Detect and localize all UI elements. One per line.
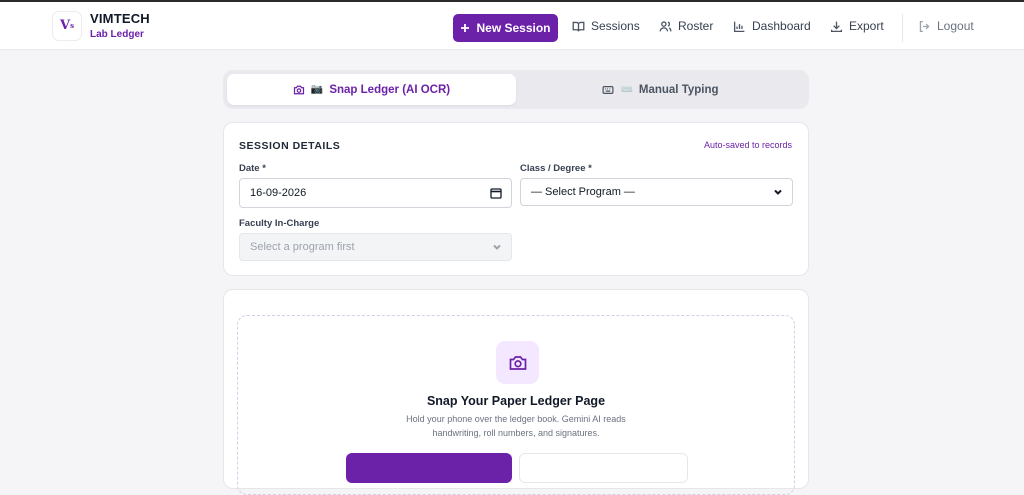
chevron-down-icon: [493, 244, 501, 250]
upload-camera-tile: [496, 341, 539, 384]
book-icon: [572, 21, 585, 31]
chevron-down-icon: [774, 189, 782, 195]
download-icon: [830, 21, 843, 32]
calendar-icon[interactable]: [490, 187, 502, 199]
brand-subtitle: Lab Ledger: [90, 29, 144, 40]
nav-roster-label: Roster: [678, 19, 714, 33]
bar-chart-icon: [733, 21, 745, 32]
nav-sessions-label: Sessions: [591, 19, 640, 33]
session-details-card: SESSION DETAILS Auto-saved to records Da…: [223, 122, 809, 276]
date-input[interactable]: 16-09-2026: [239, 178, 512, 208]
ledger-upload-card: Snap Your Paper Ledger Page Hold your ph…: [223, 289, 809, 495]
logout-icon: [919, 20, 930, 32]
nav-divider: [902, 14, 903, 42]
nav-dashboard[interactable]: Dashboard: [733, 19, 811, 33]
top-navbar: Vs VIMTECH Lab Ledger New Session Sessio…: [0, 2, 1024, 50]
class-select[interactable]: — Select Program —: [520, 178, 793, 206]
nav-export[interactable]: Export: [830, 19, 884, 33]
users-icon: [659, 20, 672, 31]
upload-description: Hold your phone over the ledger book. Ge…: [406, 414, 626, 438]
tab-snap-ledger[interactable]: 📷 Snap Ledger (AI OCR): [227, 74, 516, 105]
session-details-title: SESSION DETAILS: [239, 140, 341, 152]
mode-tabs: 📷 Snap Ledger (AI OCR) ⌨️ Manual Typing: [223, 70, 809, 109]
camera-icon: [293, 85, 304, 94]
faculty-label: Faculty In-Charge: [239, 218, 320, 229]
nav-roster[interactable]: Roster: [659, 19, 713, 33]
nav-new-session[interactable]: New Session: [453, 14, 558, 42]
upload-title: Snap Your Paper Ledger Page: [426, 394, 606, 408]
ledger-dropzone[interactable]: Snap Your Paper Ledger Page Hold your ph…: [237, 315, 795, 495]
tab-snap-emoji: 📷: [310, 84, 324, 95]
class-label: Class / Degree *: [520, 163, 592, 174]
nav-sessions[interactable]: Sessions: [572, 19, 640, 33]
nav-logout-label: Logout: [937, 19, 974, 33]
nav-export-label: Export: [849, 19, 884, 33]
nav-logout[interactable]: Logout: [918, 19, 974, 33]
new-session-label: New Session: [476, 21, 551, 35]
tab-snap-label: Snap Ledger (AI OCR): [329, 83, 451, 96]
camera-icon: [509, 355, 526, 370]
upload-secondary-button[interactable]: [519, 453, 688, 483]
upload-primary-button[interactable]: [346, 453, 512, 483]
tab-manual-label: Manual Typing: [638, 83, 719, 96]
autosave-status: Auto-saved to records: [703, 140, 792, 150]
plus-icon: [461, 24, 470, 32]
faculty-placeholder: Select a program first: [250, 241, 355, 253]
class-value: — Select Program —: [531, 186, 635, 198]
brand-logo[interactable]: Vs: [52, 10, 82, 41]
faculty-select[interactable]: Select a program first: [239, 233, 512, 261]
nav-dashboard-label: Dashboard: [752, 19, 811, 33]
keyboard-icon: [602, 85, 614, 94]
date-label: Date *: [239, 163, 266, 174]
brand-title: VIMTECH: [90, 11, 150, 26]
date-value: 16-09-2026: [250, 187, 307, 199]
tab-manual-typing[interactable]: ⌨️ Manual Typing: [516, 74, 805, 105]
tab-manual-emoji: ⌨️: [620, 84, 633, 95]
brand-block: VIMTECH Lab Ledger: [90, 11, 150, 40]
